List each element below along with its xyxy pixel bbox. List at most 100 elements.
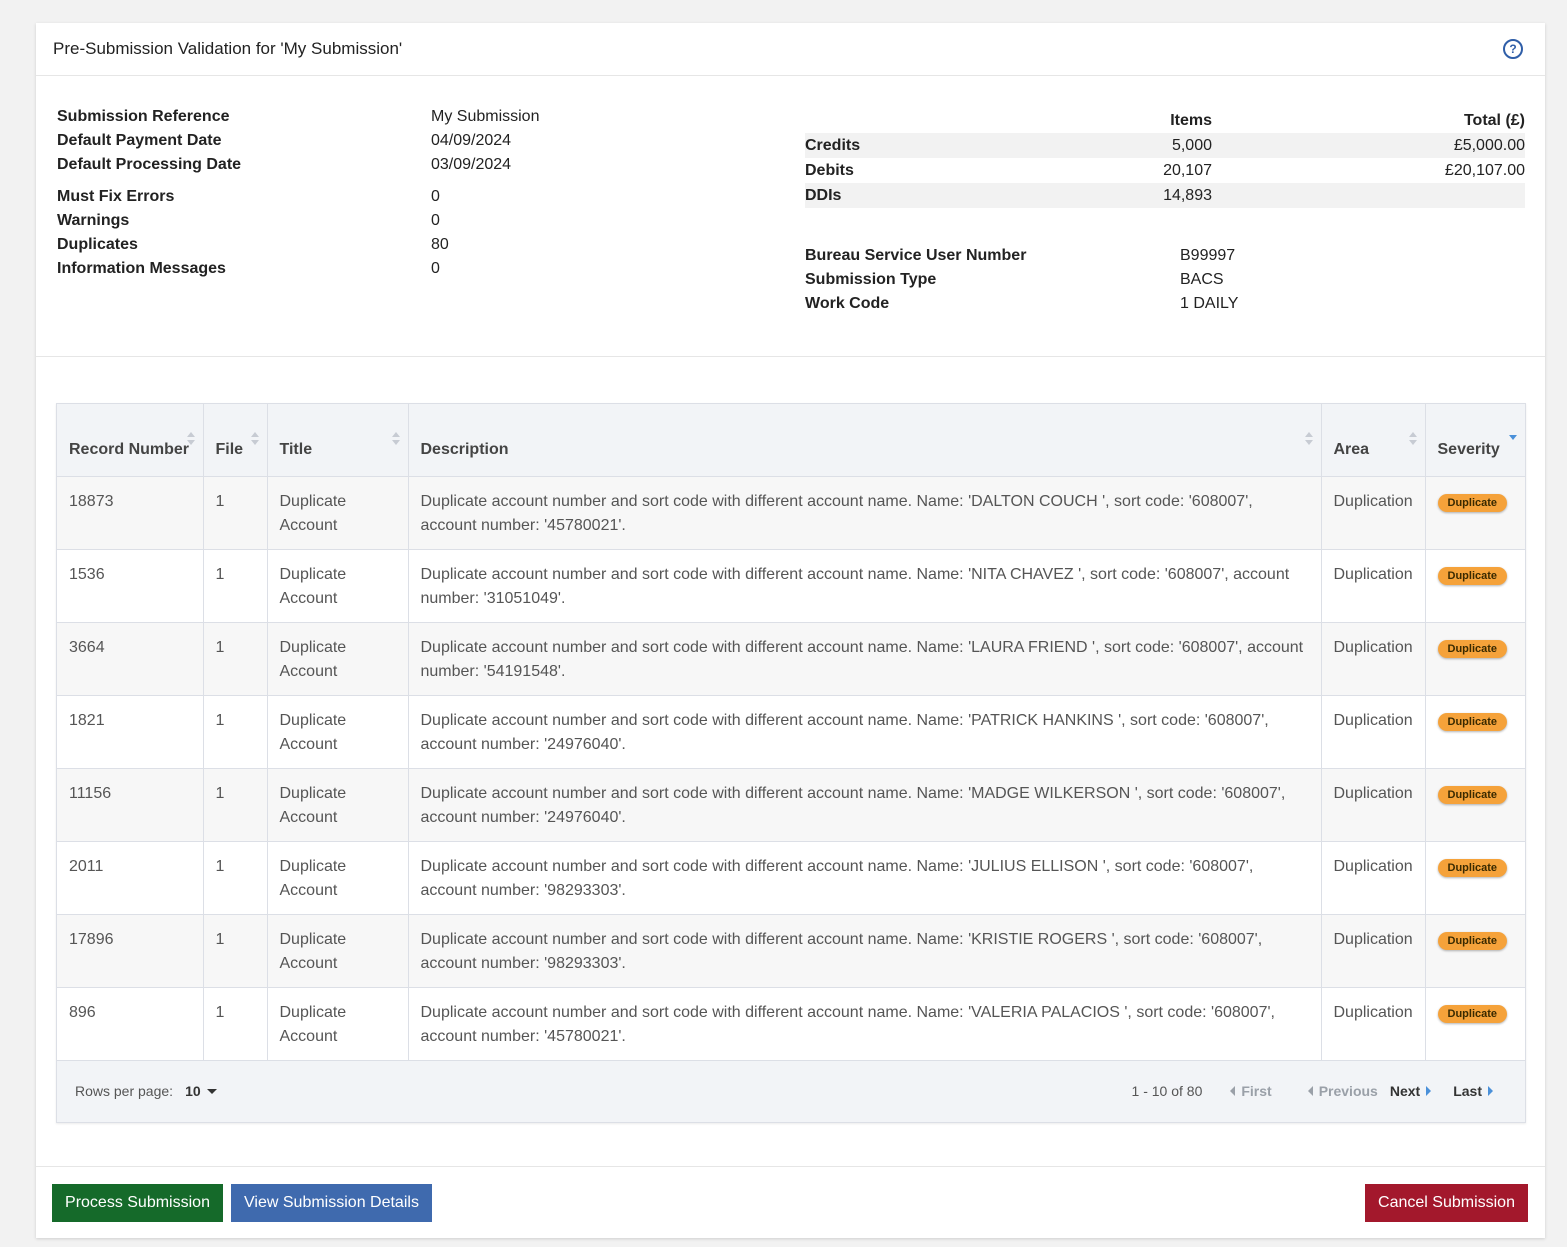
field-label: Warnings	[57, 212, 130, 229]
sort-icon[interactable]	[250, 432, 259, 446]
description-cell: Duplicate account number and sort code w…	[408, 695, 1322, 769]
column-header-title[interactable]: Title	[267, 404, 409, 477]
totals-row: Credits 5,000 £5,000.00	[805, 133, 1525, 158]
title-cell: Duplicate Account	[267, 841, 409, 915]
field-label: Default Payment Date	[57, 132, 222, 149]
last-page-button[interactable]: Last	[1453, 1083, 1493, 1099]
card-header: Pre-Submission Validation for 'My Submis…	[36, 23, 1545, 76]
title-cell: Duplicate Account	[267, 476, 409, 550]
description-cell: Duplicate account number and sort code w…	[408, 549, 1322, 623]
table-row[interactable]: 17896 1 Duplicate Account Duplicate account…	[57, 914, 1525, 988]
totals-label: DDIs	[805, 186, 842, 204]
severity-cell: Duplicate	[1425, 549, 1525, 623]
record-number-cell: 896	[57, 987, 204, 1061]
totals-table: Items Total (£) Credits 5,000 £5,000.00 …	[805, 108, 1525, 208]
totals-label: Credits	[805, 136, 861, 154]
file-cell: 1	[203, 841, 268, 915]
sort-desc-icon[interactable]	[1509, 432, 1517, 446]
table-row[interactable]: 18873 1 Duplicate Account Duplicate account…	[57, 476, 1525, 550]
bureau-label: Bureau Service User Number	[805, 247, 1027, 264]
record-number-cell: 18873	[57, 476, 204, 550]
sort-icon[interactable]	[1408, 432, 1417, 446]
rows-per-page-label: Rows per page:	[75, 1083, 174, 1099]
severity-cell: Duplicate	[1425, 841, 1525, 915]
totals-amount: £20,107.00	[1444, 161, 1525, 179]
severity-badge: Duplicate	[1437, 931, 1508, 950]
file-cell: 1	[203, 476, 268, 550]
file-cell: 1	[203, 914, 268, 988]
column-header-file[interactable]: File	[203, 404, 268, 477]
totals-row: DDIs 14,893	[805, 183, 1525, 208]
totals-row: Debits 20,107 £20,107.00	[805, 158, 1525, 183]
process-submission-button[interactable]: Process Submission	[52, 1184, 223, 1222]
submission-summary: Submission Reference My Submission Defau…	[36, 76, 1545, 357]
rows-per-page: Rows per page: 10	[75, 1083, 217, 1099]
severity-badge: Duplicate	[1437, 493, 1508, 512]
chevron-left-icon	[1307, 1086, 1313, 1096]
table-row[interactable]: 3664 1 Duplicate Account Duplicate account …	[57, 622, 1525, 696]
file-cell: 1	[203, 622, 268, 696]
field-label: Must Fix Errors	[57, 188, 175, 205]
previous-page-button[interactable]: Previous	[1307, 1083, 1378, 1099]
description-cell: Duplicate account number and sort code w…	[408, 987, 1322, 1061]
help-icon[interactable]: ?	[1503, 39, 1523, 59]
first-page-button[interactable]: First	[1230, 1083, 1272, 1099]
totals-amount: £5,000.00	[1453, 136, 1525, 154]
next-page-button[interactable]: Next	[1390, 1083, 1432, 1099]
severity-cell: Duplicate	[1425, 476, 1525, 550]
record-number-cell: 1821	[57, 695, 204, 769]
area-cell: Duplication	[1321, 987, 1426, 1061]
action-bar: Process Submission View Submission Detai…	[36, 1166, 1545, 1238]
severity-badge: Duplicate	[1437, 566, 1508, 585]
title-cell: Duplicate Account	[267, 768, 409, 842]
pagination: 1 - 10 of 80 First Previous Next Last	[1132, 1083, 1493, 1099]
totals-items: 14,893	[1163, 186, 1212, 204]
table-row[interactable]: 1536 1 Duplicate Account Duplicate account …	[57, 549, 1525, 623]
description-cell: Duplicate account number and sort code w…	[408, 768, 1322, 842]
table-row[interactable]: 11156 1 Duplicate Account Duplicate account…	[57, 768, 1525, 842]
field-value: 0	[431, 260, 440, 277]
description-cell: Duplicate account number and sort code w…	[408, 476, 1322, 550]
file-cell: 1	[203, 987, 268, 1061]
view-submission-details-button[interactable]: View Submission Details	[231, 1184, 432, 1222]
severity-badge: Duplicate	[1437, 785, 1508, 804]
sort-icon[interactable]	[1304, 432, 1313, 446]
items-header: Items	[1170, 111, 1212, 129]
file-cell: 1	[203, 549, 268, 623]
validation-grid: Record Number File Title Description Are…	[56, 403, 1526, 1123]
field-value: My Submission	[431, 108, 540, 125]
field-label: Submission Reference	[57, 108, 230, 125]
totals-header: Items Total (£)	[805, 108, 1525, 133]
validation-card: Pre-Submission Validation for 'My Submis…	[36, 23, 1545, 1238]
sort-icon[interactable]	[391, 432, 400, 446]
file-cell: 1	[203, 768, 268, 842]
severity-cell: Duplicate	[1425, 914, 1525, 988]
chevron-right-icon	[1426, 1086, 1432, 1096]
total-header: Total (£)	[1463, 111, 1525, 129]
validation-table: Record Number File Title Description Are…	[57, 404, 1525, 1061]
table-row[interactable]: 1821 1 Duplicate Account Duplicate account …	[57, 695, 1525, 769]
chevron-left-icon	[1230, 1086, 1236, 1096]
area-cell: Duplication	[1321, 695, 1426, 769]
area-cell: Duplication	[1321, 549, 1426, 623]
title-cell: Duplicate Account	[267, 622, 409, 696]
column-header-record-number[interactable]: Record Number	[57, 404, 204, 477]
table-row[interactable]: 2011 1 Duplicate Account Duplicate account …	[57, 841, 1525, 915]
chevron-right-icon	[1488, 1086, 1493, 1096]
column-header-severity[interactable]: Severity	[1425, 404, 1525, 477]
rows-per-page-select[interactable]: 10	[185, 1083, 217, 1099]
column-header-description[interactable]: Description	[408, 404, 1322, 477]
bureau-label: Submission Type	[805, 271, 937, 288]
sort-icon[interactable]	[186, 432, 195, 446]
page-range: 1 - 10 of 80	[1131, 1083, 1203, 1099]
severity-cell: Duplicate	[1425, 768, 1525, 842]
cancel-submission-button[interactable]: Cancel Submission	[1365, 1184, 1528, 1222]
field-value: 04/09/2024	[431, 132, 512, 149]
title-cell: Duplicate Account	[267, 914, 409, 988]
area-cell: Duplication	[1321, 622, 1426, 696]
title-cell: Duplicate Account	[267, 549, 409, 623]
severity-cell: Duplicate	[1425, 987, 1525, 1061]
table-row[interactable]: 896 1 Duplicate Account Duplicate account n…	[57, 987, 1525, 1061]
column-header-area[interactable]: Area	[1321, 404, 1426, 477]
record-number-cell: 3664	[57, 622, 204, 696]
